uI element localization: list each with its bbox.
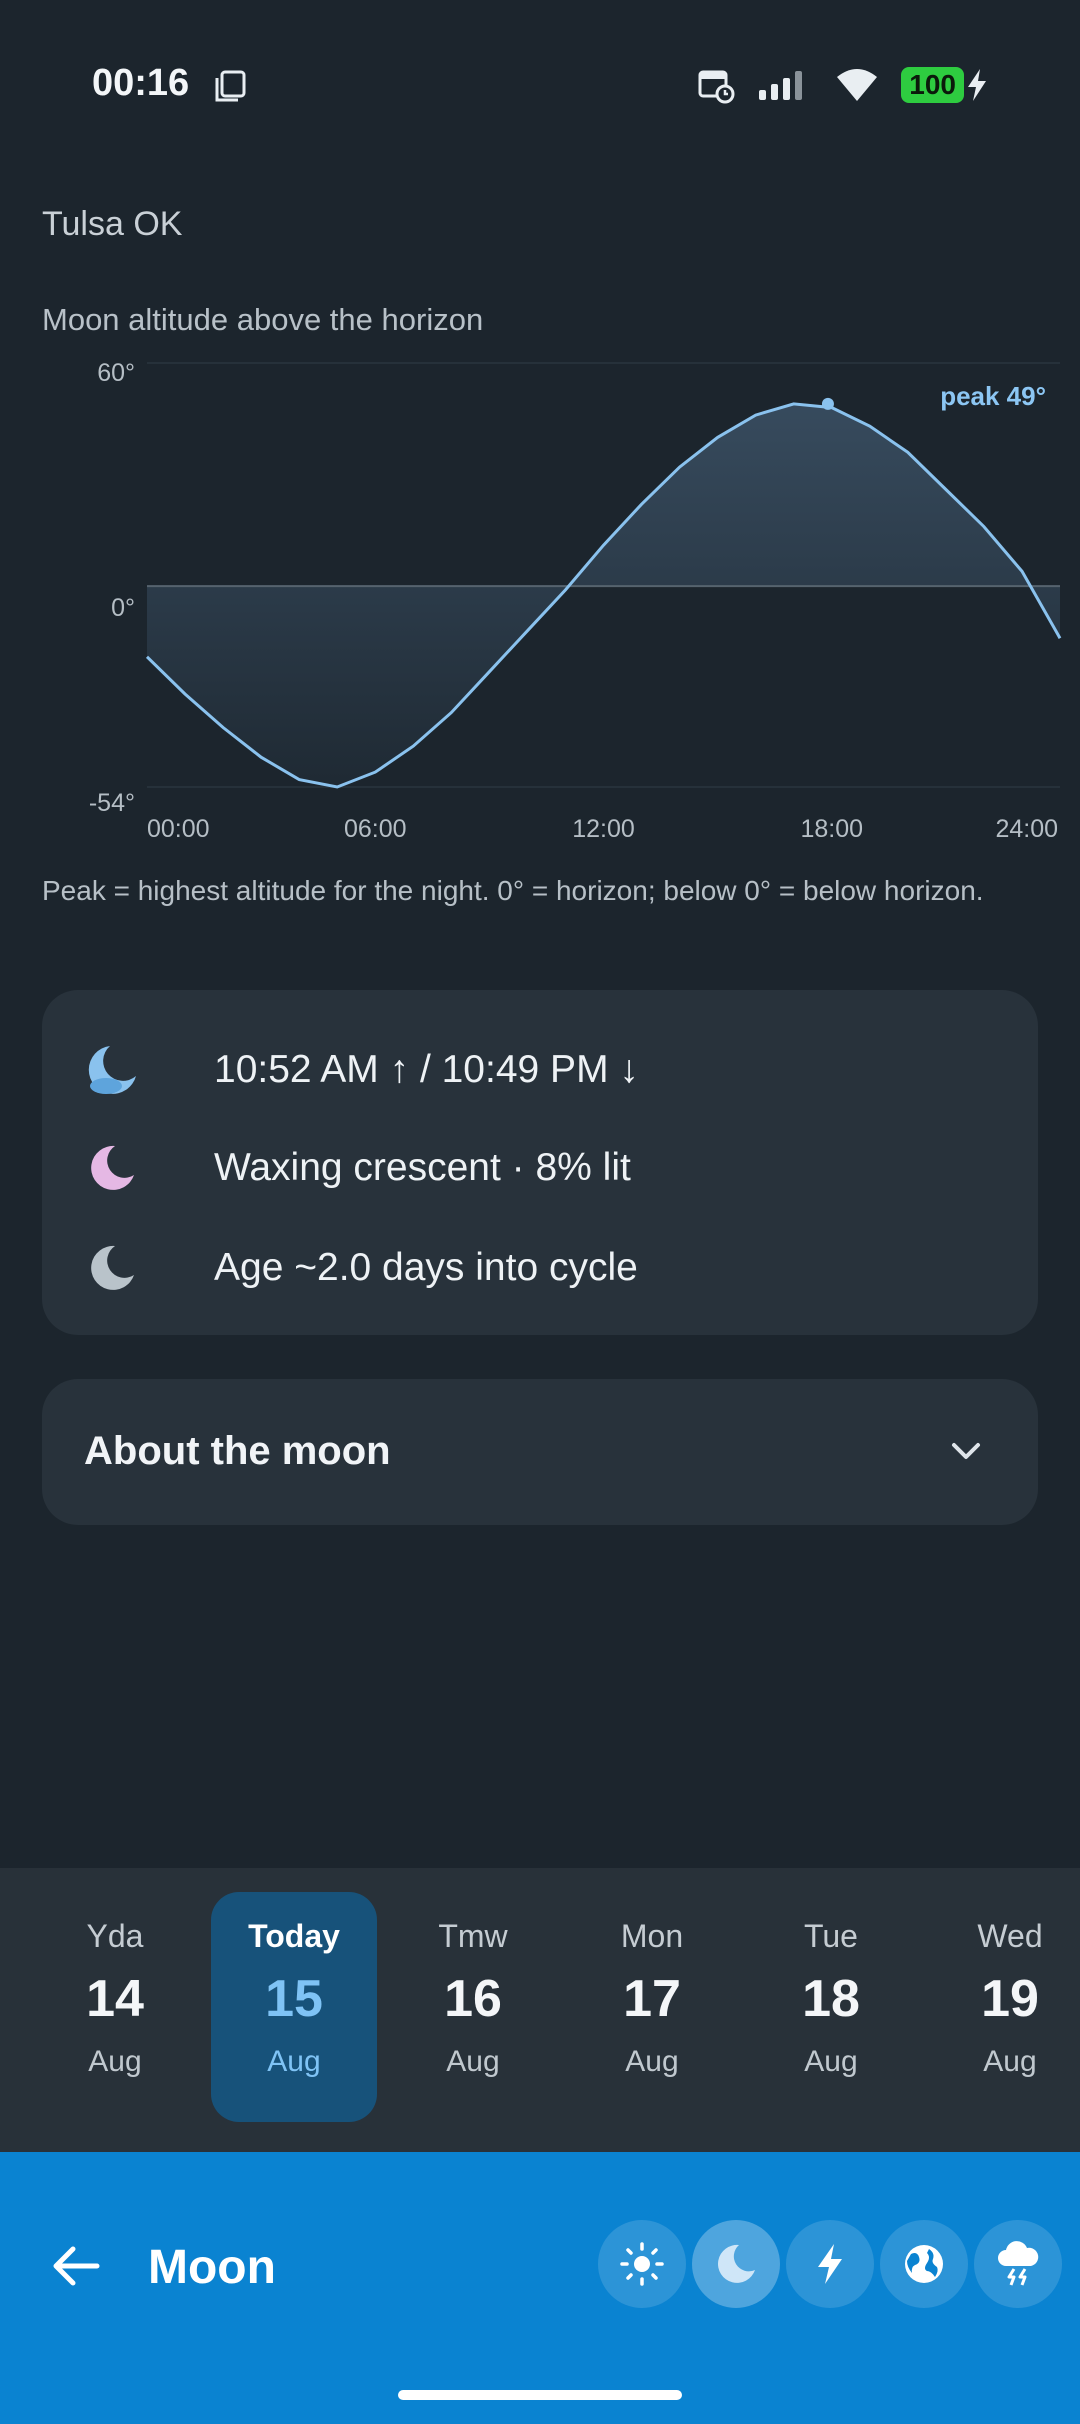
phase-text: Waxing crescent · 8% lit: [214, 1146, 631, 1189]
peak-label: peak 49°: [940, 381, 1046, 411]
signal-icon: [759, 71, 803, 100]
storm-icon: [998, 2241, 1039, 2286]
chart-area-fill: [147, 403, 1060, 787]
phase-row: Waxing crescent · 8% lit: [82, 1138, 631, 1198]
y-tick-label: 60°: [97, 359, 135, 387]
day-number: 14: [86, 1970, 144, 2028]
home-indicator[interactable]: [398, 2390, 682, 2400]
age-row: Age ~2.0 days into cycle: [82, 1238, 638, 1298]
globe-icon: [905, 2245, 943, 2283]
day-number: 16: [444, 1970, 502, 2028]
day-number: 18: [802, 1970, 860, 2028]
x-tick-label: 06:00: [344, 815, 407, 843]
back-button[interactable]: [44, 2234, 108, 2298]
charging-icon: [968, 69, 986, 101]
moonrise-icon: [82, 1040, 142, 1100]
chart-note: Peak = highest altitude for the night. 0…: [42, 875, 984, 906]
moon-info-card: 10:52 AM ↑ / 10:49 PM ↓ Waxing crescent …: [42, 990, 1038, 1335]
day-yesterday[interactable]: Yda 14 Aug: [32, 1892, 198, 2122]
day-label: Tmw: [438, 1918, 508, 1954]
y-axis-ticks: 60° 0° -54°: [89, 359, 135, 817]
day-number: 15: [265, 1970, 323, 2028]
sun-icon: [620, 2242, 664, 2286]
location-label: Tulsa OK: [42, 205, 183, 243]
moon-altitude-chart: 60° 0° -54° 00:00 06:00 12:00 18:00 24:00 peak…: [89, 359, 1062, 843]
date-selector: Yda 14 Aug Today 15 Aug Tmw 16 Aug Mon 1…: [0, 1868, 1080, 2152]
chart-points: [821, 397, 834, 410]
nav-storm-button[interactable]: [974, 2220, 1062, 2308]
day-label: Today: [248, 1918, 340, 1954]
screen-title: Moon: [148, 2241, 276, 2294]
x-axis-ticks: 00:00 06:00 12:00 18:00 24:00: [147, 815, 1058, 843]
day-wednesday[interactable]: Wed 19 Aug: [927, 1892, 1080, 2122]
rise-set-row: 10:52 AM ↑ / 10:49 PM ↓: [82, 1040, 639, 1100]
x-tick-label: 18:00: [800, 815, 863, 843]
nav-globe-button[interactable]: [880, 2220, 968, 2308]
day-number: 17: [623, 1970, 681, 2028]
rise-set-text: 10:52 AM ↑ / 10:49 PM ↓: [214, 1048, 639, 1091]
y-tick-label: 0°: [111, 594, 135, 622]
crescent-phase-icon: [82, 1138, 142, 1198]
day-tuesday[interactable]: Tue 18 Aug: [748, 1892, 914, 2122]
day-today[interactable]: Today 15 Aug: [211, 1892, 377, 2122]
status-icons: 100: [697, 66, 988, 104]
battery-level: 100: [901, 67, 964, 103]
lightning-icon: [818, 2244, 842, 2284]
chart-caption: Moon altitude above the horizon: [42, 302, 484, 337]
day-month: Aug: [983, 2045, 1037, 2078]
y-tick-label: -54°: [89, 789, 135, 817]
age-text: Age ~2.0 days into cycle: [214, 1246, 638, 1289]
about-title: About the moon: [84, 1429, 391, 1473]
nav-moon-button[interactable]: [692, 2220, 780, 2308]
moon-age-icon: [82, 1238, 142, 1298]
moon-icon: [718, 2244, 755, 2283]
day-month: Aug: [267, 2045, 321, 2078]
x-tick-label: 12:00: [572, 815, 635, 843]
day-label: Yda: [86, 1918, 144, 1954]
altitude-area: [147, 403, 1060, 787]
wifi-icon: [837, 69, 878, 101]
day-label: Mon: [620, 1918, 684, 1954]
day-label: Tue: [804, 1918, 858, 1954]
x-tick-label: 24:00: [995, 815, 1058, 843]
x-tick-label: 00:00: [147, 815, 210, 843]
calendar-alarm-icon: [698, 70, 735, 104]
day-monday[interactable]: Mon 17 Aug: [569, 1892, 735, 2122]
arrow-left-icon: [53, 2246, 100, 2286]
day-month: Aug: [446, 2045, 500, 2078]
nav-sun-button[interactable]: [598, 2220, 686, 2308]
about-moon-expander[interactable]: About the moon: [42, 1379, 1038, 1525]
bottom-app-bar: Moon: [0, 2152, 1080, 2424]
peak-point: [821, 397, 834, 410]
day-month: Aug: [804, 2045, 858, 2078]
day-label: Wed: [977, 1918, 1043, 1954]
day-month: Aug: [88, 2045, 142, 2078]
nav-lightning-button[interactable]: [786, 2220, 874, 2308]
screenshot-icon: [215, 70, 246, 102]
day-number: 19: [981, 1970, 1039, 2028]
battery-icon: 100: [901, 67, 988, 103]
day-tomorrow[interactable]: Tmw 16 Aug: [390, 1892, 556, 2122]
chevron-down-icon: [952, 1443, 980, 1459]
status-time: 00:16: [92, 62, 190, 104]
day-month: Aug: [625, 2045, 679, 2078]
